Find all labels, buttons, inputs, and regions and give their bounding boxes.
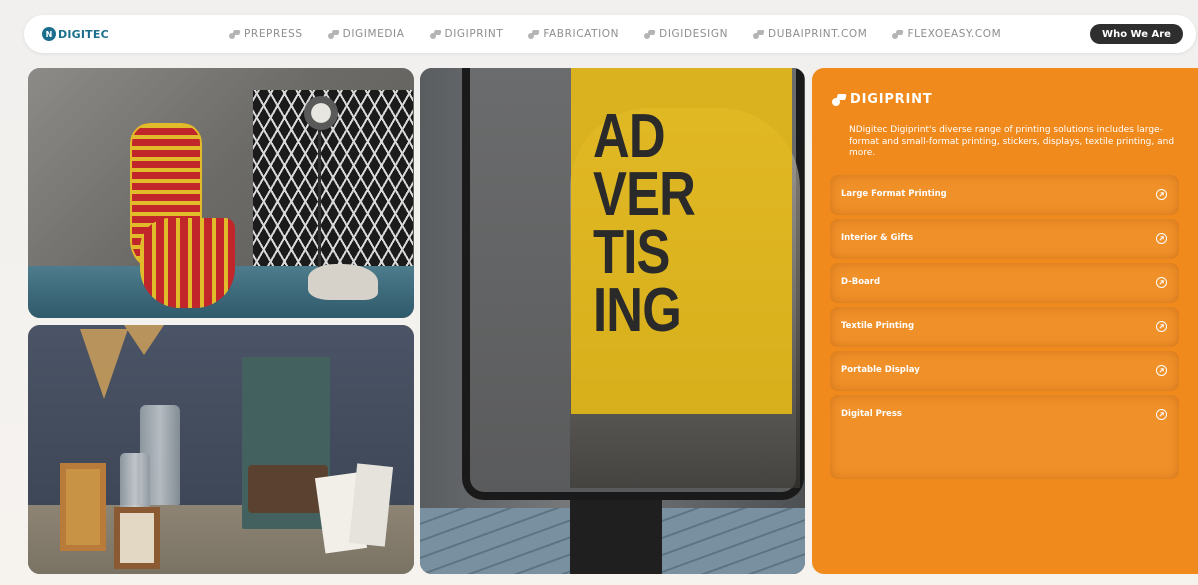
nav-links: PREPRESS DIGIMEDIA DIGIPRINT FABRICATION… (229, 15, 1001, 53)
card-title-text: DIGIPRINT (850, 92, 933, 107)
nav-link-digidesign[interactable]: DIGIDESIGN (644, 28, 728, 40)
nav-link-digiprint[interactable]: DIGIPRINT (429, 28, 504, 40)
advertising-poster: AD VER TIS ING (571, 68, 792, 414)
nav-mark-icon (429, 29, 442, 39)
arrow-circle-icon (1156, 277, 1167, 288)
nav-link-flexoeasy[interactable]: FLEXOEASY.COM (892, 28, 1001, 40)
card-description: NDigitec Digiprint's diverse range of pr… (849, 125, 1175, 158)
digiprint-mark-icon (832, 93, 847, 106)
brand-name: DIGITEC (58, 27, 109, 41)
arrow-circle-icon (1156, 233, 1167, 244)
nav-mark-icon (644, 29, 656, 39)
digiprint-card: DIGIPRINT NDigitec Digiprint's diverse r… (812, 68, 1198, 574)
arrow-circle-icon (1156, 321, 1167, 332)
arrow-circle-icon (1156, 409, 1167, 420)
poster-text: AD VER TIS ING (593, 102, 696, 345)
top-navbar: N DIGITEC PREPRESS DIGIMEDIA DIGIPRINT F… (24, 15, 1196, 53)
nav-link-label: DIGIMEDIA (342, 28, 405, 40)
nav-link-label: PREPRESS (244, 28, 303, 40)
nav-link-label: DIGIPRINT (444, 28, 504, 40)
photo-fabrication-chair (28, 68, 414, 318)
service-item-large-format-printing[interactable]: Large Format Printing (830, 175, 1179, 215)
service-item-label: Digital Press (841, 409, 902, 419)
photo-advertising-billboard: AD VER TIS ING (420, 68, 805, 574)
arrow-circle-icon (1156, 365, 1167, 376)
service-item-label: D-Board (841, 277, 881, 287)
brand-mark-icon: N (42, 27, 56, 41)
nav-link-label: FLEXOEASY.COM (907, 28, 1002, 40)
brand-logo[interactable]: N DIGITEC (42, 25, 109, 43)
nav-mark-icon (753, 29, 765, 39)
service-item-digital-press[interactable]: Digital Press (830, 395, 1179, 479)
service-item-d-board[interactable]: D-Board (830, 263, 1179, 303)
nav-link-label: DIGIDESIGN (659, 28, 729, 40)
nav-mark-icon (327, 29, 340, 39)
nav-mark-icon (229, 29, 241, 39)
service-item-textile-printing[interactable]: Textile Printing (830, 307, 1179, 347)
service-item-label: Large Format Printing (841, 189, 947, 199)
service-item-portable-display[interactable]: Portable Display (830, 351, 1179, 391)
service-item-interior-gifts[interactable]: Interior & Gifts (830, 219, 1179, 259)
who-we-are-button[interactable]: Who We Are (1090, 24, 1183, 44)
photo-interior-gifts (28, 325, 414, 574)
service-item-label: Interior & Gifts (841, 233, 914, 243)
nav-link-prepress[interactable]: PREPRESS (229, 28, 303, 40)
nav-mark-icon (892, 29, 905, 39)
service-item-label: Portable Display (841, 365, 920, 375)
nav-link-label: FABRICATION (543, 28, 620, 40)
nav-link-dubaiprint[interactable]: DUBAIPRINT.COM (753, 28, 867, 40)
service-item-label: Textile Printing (841, 321, 915, 331)
card-title: DIGIPRINT (832, 92, 932, 107)
nav-link-digimedia[interactable]: DIGIMEDIA (327, 28, 405, 40)
nav-mark-icon (528, 29, 541, 39)
nav-link-label: DUBAIPRINT.COM (768, 28, 868, 40)
nav-link-fabrication[interactable]: FABRICATION (528, 28, 619, 40)
service-list: Large Format Printing Interior & Gifts D… (830, 175, 1179, 483)
arrow-circle-icon (1156, 189, 1167, 200)
